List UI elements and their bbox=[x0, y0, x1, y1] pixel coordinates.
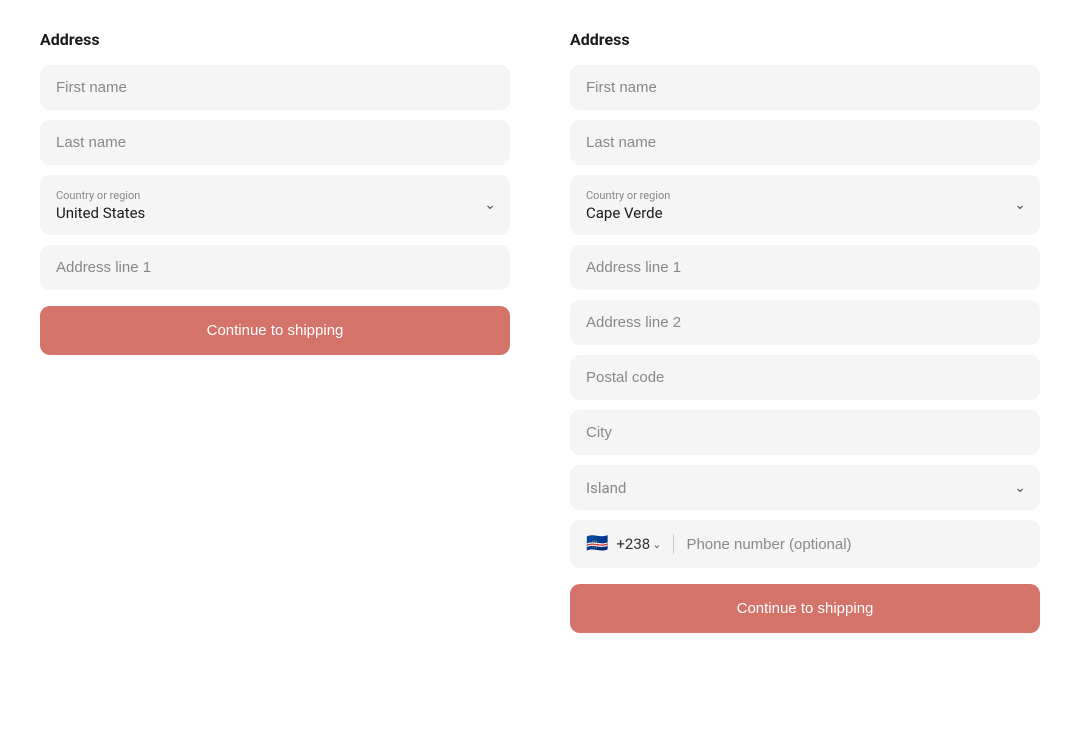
left-country-label: Country or region bbox=[56, 189, 470, 202]
right-phone-row: 🇨🇻 +238 ⌄ bbox=[570, 520, 1040, 568]
right-country-label: Country or region bbox=[586, 189, 1000, 202]
phone-code[interactable]: +238 ⌄ bbox=[616, 535, 661, 553]
right-country-select-wrapper: Country or region Cape Verde ⌄ bbox=[570, 175, 1040, 235]
right-postal-code-input[interactable] bbox=[570, 355, 1040, 400]
left-country-select[interactable]: Country or region United States bbox=[40, 175, 510, 235]
right-island-select[interactable] bbox=[570, 465, 1040, 510]
left-continue-button[interactable]: Continue to shipping bbox=[40, 306, 510, 355]
left-address-line1-input[interactable] bbox=[40, 245, 510, 290]
right-continue-button[interactable]: Continue to shipping bbox=[570, 584, 1040, 633]
left-form-title: Address bbox=[40, 30, 510, 49]
right-last-name-input[interactable] bbox=[570, 120, 1040, 165]
page-container: Address Country or region United States … bbox=[20, 30, 1060, 633]
phone-code-chevron-icon: ⌄ bbox=[652, 538, 661, 551]
right-country-value: Cape Verde bbox=[586, 204, 1000, 222]
left-last-name-input[interactable] bbox=[40, 120, 510, 165]
left-country-select-wrapper: Country or region United States ⌄ bbox=[40, 175, 510, 235]
right-country-select[interactable]: Country or region Cape Verde bbox=[570, 175, 1040, 235]
left-country-value: United States bbox=[56, 204, 470, 222]
phone-divider bbox=[673, 534, 674, 554]
right-first-name-input[interactable] bbox=[570, 65, 1040, 110]
right-island-select-wrapper: Island ⌄ bbox=[570, 465, 1040, 510]
right-form: Address Country or region Cape Verde ⌄ I… bbox=[570, 30, 1040, 633]
left-first-name-input[interactable] bbox=[40, 65, 510, 110]
right-phone-input[interactable] bbox=[686, 536, 1024, 553]
cape-verde-flag-icon: 🇨🇻 bbox=[586, 535, 608, 553]
right-form-title: Address bbox=[570, 30, 1040, 49]
right-address-line2-input[interactable] bbox=[570, 300, 1040, 345]
right-city-input[interactable] bbox=[570, 410, 1040, 455]
right-address-line1-input[interactable] bbox=[570, 245, 1040, 290]
left-form: Address Country or region United States … bbox=[40, 30, 510, 633]
